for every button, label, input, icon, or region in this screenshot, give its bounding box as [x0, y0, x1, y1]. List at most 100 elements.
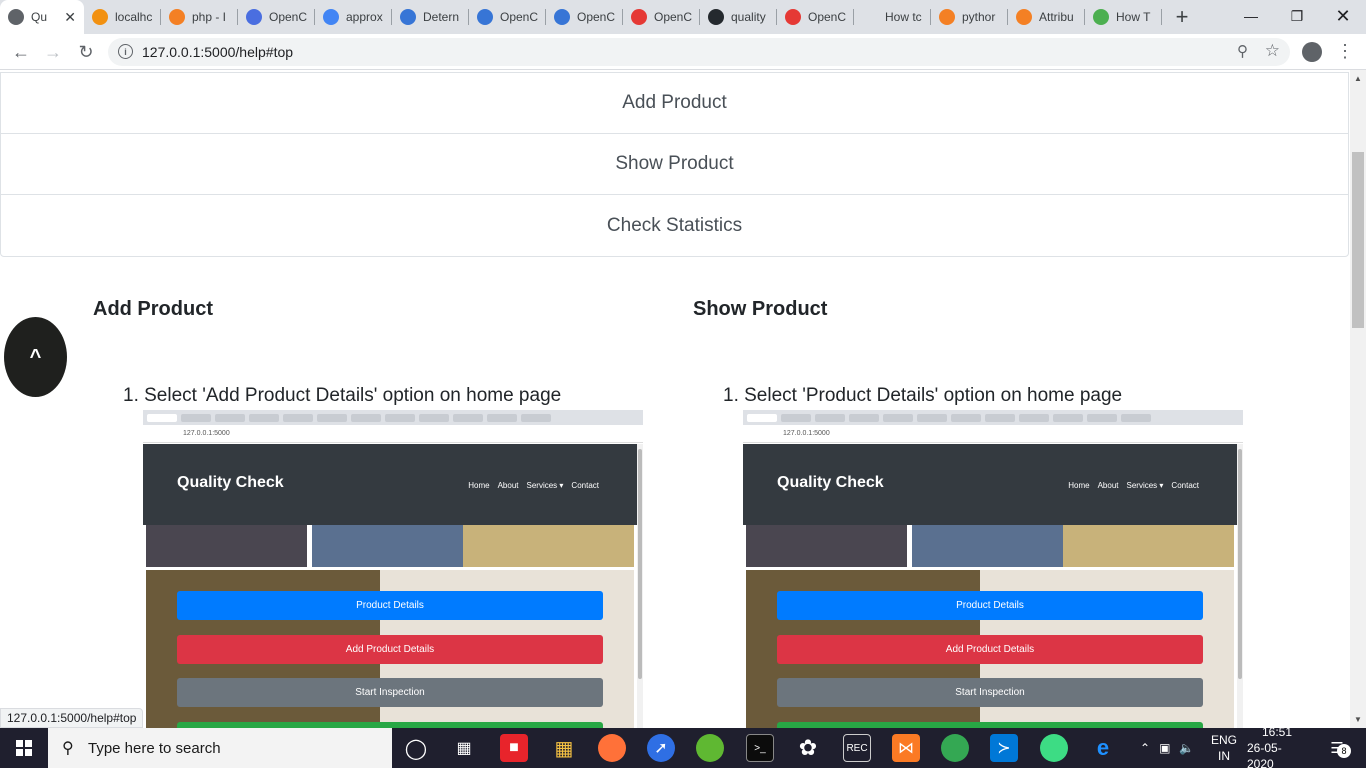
browser-tab[interactable]: How T	[1085, 0, 1162, 34]
terminal-icon[interactable]: >_	[746, 734, 774, 762]
scroll-down-icon[interactable]: ▼	[1354, 715, 1362, 724]
browser-tab[interactable]: localhc	[84, 0, 161, 34]
android-studio-icon[interactable]	[1040, 734, 1068, 762]
language-indicator[interactable]: ENG IN	[1211, 728, 1237, 768]
mini-tab	[815, 413, 845, 422]
mini-tab	[1121, 413, 1151, 422]
mini-tab	[487, 413, 517, 422]
tab-title: quality	[731, 10, 766, 24]
mail-app-icon[interactable]: ■	[500, 734, 528, 762]
list-item-add-product[interactable]: Add Product	[1, 73, 1348, 134]
tab-favicon-icon	[939, 9, 955, 25]
browser-toolbar: ← → ↻ i 127.0.0.1:5000/help#top ⚲ ☆ ⋮	[0, 34, 1366, 70]
back-to-top-button[interactable]: ^	[4, 317, 67, 397]
list-item-show-product[interactable]: Show Product	[1, 134, 1348, 195]
close-window-icon[interactable]: ✕	[1320, 0, 1366, 32]
chrome-icon[interactable]	[941, 734, 969, 762]
restore-icon[interactable]: ❐	[1274, 0, 1320, 32]
taskbar-search-placeholder[interactable]: Type here to search	[88, 740, 221, 757]
profile-avatar-icon[interactable]	[1302, 42, 1322, 62]
volume-icon[interactable]: 🔈	[1179, 741, 1194, 755]
tab-strip: Qu ✕ localhc php - I OpenC approx Detern OpenC O…	[0, 0, 1366, 34]
browser-tab[interactable]: quality	[700, 0, 777, 34]
tab-title: pythor	[962, 10, 996, 24]
mini-tab	[385, 413, 415, 422]
brave-icon[interactable]: ➚	[647, 734, 675, 762]
page-scrollbar[interactable]: ▲ ▼	[1350, 70, 1366, 728]
edge-icon[interactable]: e	[1089, 734, 1117, 762]
list-item-check-statistics[interactable]: Check Statistics	[1, 195, 1348, 256]
vscode-icon[interactable]: ≻	[990, 734, 1018, 762]
clock[interactable]: 16:51 26-05-2020	[1247, 725, 1307, 771]
browser-tab[interactable]: pythor	[931, 0, 1008, 34]
browser-tab[interactable]: OpenC	[623, 0, 700, 34]
address-url[interactable]: 127.0.0.1:5000/help#top	[142, 44, 293, 60]
search-icon: ⚲	[62, 740, 74, 757]
mini-tab	[215, 413, 245, 422]
mini-tab	[883, 413, 913, 422]
browser-tab[interactable]: Qu ✕	[0, 0, 84, 34]
task-view-icon[interactable]: ▦	[450, 734, 478, 762]
forward-icon[interactable]: →	[41, 40, 65, 64]
menu-dots-icon[interactable]: ⋮	[1336, 41, 1354, 62]
tab-favicon-icon	[477, 9, 493, 25]
mini-tab	[181, 413, 211, 422]
browser-tab[interactable]: OpenC	[238, 0, 315, 34]
network-icon[interactable]: ▣	[1159, 741, 1170, 755]
browser-tab[interactable]: approx	[315, 0, 392, 34]
browser-tab[interactable]: OpenC	[546, 0, 623, 34]
mini-brand: Quality Check	[777, 474, 884, 491]
browser-tab[interactable]: How tc	[854, 0, 931, 34]
new-tab-button[interactable]: +	[1168, 0, 1196, 34]
mini-navbar: Quality Check Home About Services ▾ Contact	[743, 444, 1237, 525]
tab-close-icon[interactable]: ✕	[64, 9, 76, 26]
browser-tab[interactable]: OpenC	[777, 0, 854, 34]
bookmark-star-icon[interactable]: ☆	[1265, 41, 1280, 61]
taskbar-search[interactable]: ⚲ Type here to search	[48, 728, 392, 768]
firefox-icon[interactable]	[598, 734, 626, 762]
mini-nav-link: About	[497, 481, 519, 490]
mini-tab-strip	[143, 410, 643, 425]
mini-action-button: Start Inspection	[777, 678, 1203, 707]
chevron-up-icon[interactable]: ⌃	[1140, 741, 1150, 755]
tab-favicon-icon	[708, 9, 724, 25]
tab-favicon-icon	[631, 9, 647, 25]
reload-icon[interactable]: ↻	[74, 40, 98, 64]
file-explorer-icon[interactable]: ▦	[550, 734, 578, 762]
browser-tab[interactable]: OpenC	[469, 0, 546, 34]
link-status-bar: 127.0.0.1:5000/help#top	[0, 708, 144, 728]
cortana-icon[interactable]: ◯	[402, 734, 430, 762]
xampp-icon[interactable]: ⋈	[892, 734, 920, 762]
scroll-up-icon[interactable]: ▲	[1354, 74, 1362, 83]
minimize-icon[interactable]: —	[1228, 0, 1274, 32]
mini-nav-link: Contact	[571, 481, 599, 490]
tab-title: OpenC	[500, 10, 539, 24]
mini-nav-link: Contact	[1171, 481, 1199, 490]
browser-tab[interactable]: php - I	[161, 0, 238, 34]
section-title-show-product: Show Product	[693, 298, 828, 320]
tab-separator	[1161, 9, 1162, 25]
spring-tool-icon[interactable]	[696, 734, 724, 762]
mini-tab	[1053, 413, 1083, 422]
mini-address-bar: 127.0.0.1:5000	[743, 425, 1243, 443]
tab-favicon-icon	[8, 9, 24, 25]
back-icon[interactable]: ←	[9, 40, 33, 64]
mini-tab	[951, 413, 981, 422]
zoom-icon[interactable]: ⚲	[1237, 42, 1248, 60]
mini-tab	[849, 413, 879, 422]
lang-bottom: IN	[1218, 749, 1230, 763]
windows-start-icon[interactable]	[0, 728, 48, 768]
mini-hero-image-top	[146, 525, 634, 567]
mini-scrollbar-thumb	[638, 449, 642, 679]
scrollbar-thumb[interactable]	[1352, 152, 1364, 328]
browser-tab[interactable]: Detern	[392, 0, 469, 34]
mini-action-button: Product Details	[177, 591, 603, 620]
site-info-icon[interactable]: i	[118, 44, 133, 59]
recorder-icon[interactable]: REC	[843, 734, 871, 762]
clock-date: 26-05-2020	[1247, 741, 1282, 771]
tab-favicon-icon	[92, 9, 108, 25]
spider-icon[interactable]: ✿	[794, 734, 822, 762]
mini-action-button: Add Product Details	[777, 635, 1203, 664]
browser-tab[interactable]: Attribu	[1008, 0, 1085, 34]
address-bar[interactable]: i 127.0.0.1:5000/help#top ⚲ ☆	[108, 38, 1290, 66]
